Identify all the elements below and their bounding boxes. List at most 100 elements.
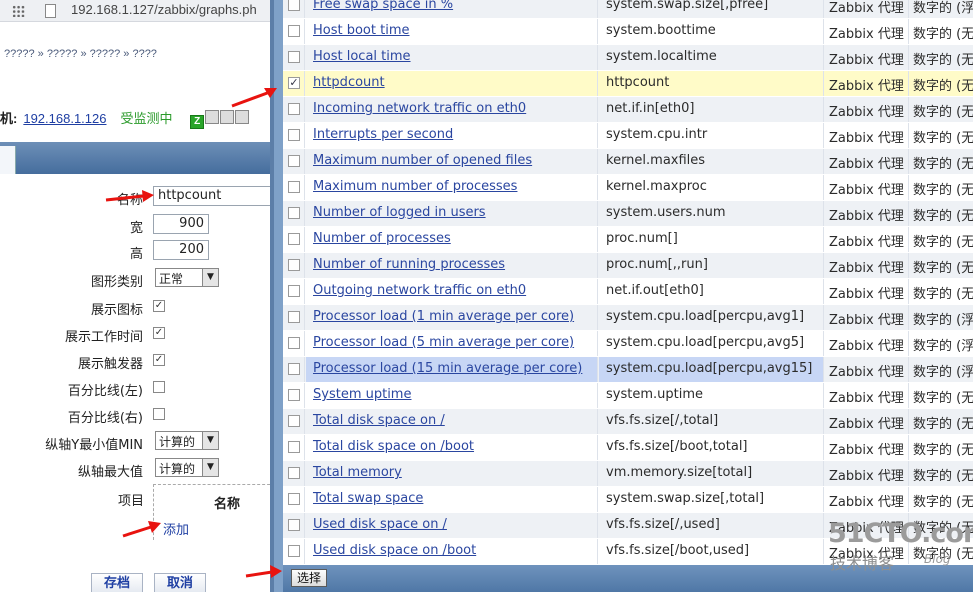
table-row[interactable]: Number of logged in users system.users.nu… xyxy=(283,201,973,226)
row-checkbox[interactable] xyxy=(288,493,300,505)
table-row[interactable]: Maximum number of opened files kernel.max… xyxy=(283,149,973,174)
item-name-link[interactable]: Free swap space in % xyxy=(313,0,453,12)
row-checkbox[interactable] xyxy=(288,337,300,349)
row-checkbox[interactable] xyxy=(288,389,300,401)
row-checkbox[interactable] xyxy=(288,155,300,167)
row-checkbox[interactable] xyxy=(288,467,300,479)
row-checkbox[interactable] xyxy=(288,51,300,63)
show-worktime-checkbox[interactable]: ✓ xyxy=(153,327,165,339)
row-checkbox[interactable] xyxy=(288,519,300,531)
breadcrumb: ????? » ????? » ????? » ???? xyxy=(4,48,157,60)
chevron-down-icon: ▼ xyxy=(202,459,218,476)
item-name-link[interactable]: Total memory xyxy=(313,465,402,480)
item-name-link[interactable]: Host boot time xyxy=(313,23,410,38)
item-name-link[interactable]: Number of logged in users xyxy=(313,205,486,220)
show-legend-checkbox[interactable]: ✓ xyxy=(153,300,165,312)
table-row[interactable]: Incoming network traffic on eth0 net.if.i… xyxy=(283,97,973,122)
row-checkbox[interactable]: ✓ xyxy=(288,77,300,89)
item-name-link[interactable]: Total disk space on / xyxy=(313,413,445,428)
form-tab[interactable] xyxy=(0,146,16,174)
table-row[interactable]: System uptime system.uptime Zabbix 代理 数字的 (… xyxy=(283,383,973,408)
row-checkbox-cell: ✓ xyxy=(283,71,305,96)
height-input[interactable]: 200 xyxy=(153,240,209,260)
item-name-link[interactable]: Number of running processes xyxy=(313,257,505,272)
table-row[interactable]: Host boot time system.boottime Zabbix 代理 数字… xyxy=(283,19,973,44)
table-row[interactable]: Total disk space on /boot vfs.fs.size[/bo… xyxy=(283,435,973,460)
show-triggers-checkbox[interactable]: ✓ xyxy=(153,354,165,366)
item-name-link[interactable]: Number of processes xyxy=(313,231,451,246)
table-row[interactable]: Number of processes proc.num[] Zabbix 代理 数字… xyxy=(283,227,973,252)
row-checkbox[interactable] xyxy=(288,415,300,427)
row-checkbox[interactable] xyxy=(288,441,300,453)
graph-type-select[interactable]: 正常 ▼ xyxy=(155,268,219,287)
row-checkbox[interactable] xyxy=(288,545,300,557)
show-worktime-label: 展示工作时间 xyxy=(64,330,143,345)
row-checkbox[interactable] xyxy=(288,285,300,297)
item-name-link[interactable]: Processor load (1 min average per core) xyxy=(313,309,574,324)
width-label: 宽 xyxy=(129,221,143,236)
table-row[interactable]: Total swap space system.swap.size[,total]… xyxy=(283,487,973,512)
item-name-link[interactable]: Maximum number of processes xyxy=(313,179,517,194)
row-checkbox[interactable] xyxy=(288,363,300,375)
row-checkbox-cell xyxy=(283,409,305,434)
item-name-cell: Interrupts per second xyxy=(306,123,598,148)
table-row[interactable]: Processor load (5 min average per core) s… xyxy=(283,331,973,356)
item-name-link[interactable]: Incoming network traffic on eth0 xyxy=(313,101,526,116)
ymax-value: 计算的 xyxy=(159,462,196,476)
table-row[interactable]: Processor load (15 min average per core)… xyxy=(283,357,973,382)
item-name-cell: Total disk space on /boot xyxy=(306,435,598,460)
row-checkbox[interactable] xyxy=(288,233,300,245)
row-checkbox-cell xyxy=(283,357,305,382)
ymin-select[interactable]: 计算的 ▼ xyxy=(155,431,219,450)
table-row[interactable]: Total memory vm.memory.size[total] Zabbix … xyxy=(283,461,973,486)
table-row[interactable]: Interrupts per second system.cpu.intr Zabb… xyxy=(283,123,973,148)
save-button[interactable]: 存档 xyxy=(91,573,143,592)
item-name-link[interactable]: Outgoing network traffic on eth0 xyxy=(313,283,526,298)
add-item-link[interactable]: 添加 xyxy=(163,519,189,538)
zabbix-availability-icon: Z xyxy=(190,115,205,130)
address-bar[interactable]: 192.168.1.127/zabbix/graphs.ph xyxy=(0,0,280,22)
item-type-cell: Zabbix 代理 xyxy=(825,253,909,278)
table-row[interactable]: Number of running processes proc.num[,,ru… xyxy=(283,253,973,278)
row-checkbox[interactable] xyxy=(288,0,300,11)
cancel-button[interactable]: 取消 xyxy=(154,573,206,592)
item-type-cell: Zabbix 代理 xyxy=(825,409,909,434)
width-input[interactable]: 900 xyxy=(153,214,209,234)
apps-grid-icon[interactable] xyxy=(12,5,25,17)
name-input[interactable]: httpcount xyxy=(153,186,280,206)
item-name-link[interactable]: Processor load (15 min average per core) xyxy=(313,361,582,376)
table-row[interactable]: Host local time system.localtime Zabbix 代理… xyxy=(283,45,973,70)
table-row[interactable]: Processor load (1 min average per core) s… xyxy=(283,305,973,330)
ymax-select[interactable]: 计算的 ▼ xyxy=(155,458,219,477)
row-checkbox[interactable] xyxy=(288,25,300,37)
row-checkbox[interactable] xyxy=(288,311,300,323)
table-row[interactable]: Free swap space in % system.swap.size[,pf… xyxy=(283,0,973,18)
item-name-link[interactable]: Host local time xyxy=(313,49,411,64)
table-row[interactable]: Outgoing network traffic on eth0 net.if.o… xyxy=(283,279,973,304)
item-name-link[interactable]: System uptime xyxy=(313,387,411,402)
item-name-link[interactable]: httpdcount xyxy=(313,75,385,90)
item-name-link[interactable]: Used disk space on /boot xyxy=(313,543,476,558)
item-name-link[interactable]: Total swap space xyxy=(313,491,423,506)
row-checkbox[interactable] xyxy=(288,129,300,141)
item-name-link[interactable]: Used disk space on / xyxy=(313,517,447,532)
select-button[interactable]: 选择 xyxy=(291,569,328,587)
item-name-link[interactable]: Total disk space on /boot xyxy=(313,439,474,454)
row-checkbox[interactable] xyxy=(288,259,300,271)
percent-left-checkbox[interactable] xyxy=(153,381,165,393)
row-checkbox[interactable] xyxy=(288,207,300,219)
item-name-link[interactable]: Interrupts per second xyxy=(313,127,453,142)
item-type-cell: Zabbix 代理 xyxy=(825,279,909,304)
row-checkbox[interactable] xyxy=(288,103,300,115)
item-name-link[interactable]: Maximum number of opened files xyxy=(313,153,532,168)
item-name-link[interactable]: Processor load (5 min average per core) xyxy=(313,335,574,350)
monitored-status[interactable]: 受监测中 xyxy=(120,111,172,126)
table-row[interactable]: Maximum number of processes kernel.maxpro… xyxy=(283,175,973,200)
table-row[interactable]: Total disk space on / vfs.fs.size[/,total… xyxy=(283,409,973,434)
percent-right-checkbox[interactable] xyxy=(153,408,165,420)
row-checkbox[interactable] xyxy=(288,181,300,193)
url-text[interactable]: 192.168.1.127/zabbix/graphs.ph xyxy=(71,2,257,17)
table-row[interactable]: ✓ httpdcount httpcountZabbix 代理数字的 (无正 xyxy=(283,71,973,96)
chevron-down-icon: ▼ xyxy=(202,432,218,449)
host-link[interactable]: 192.168.1.126 xyxy=(23,111,106,126)
